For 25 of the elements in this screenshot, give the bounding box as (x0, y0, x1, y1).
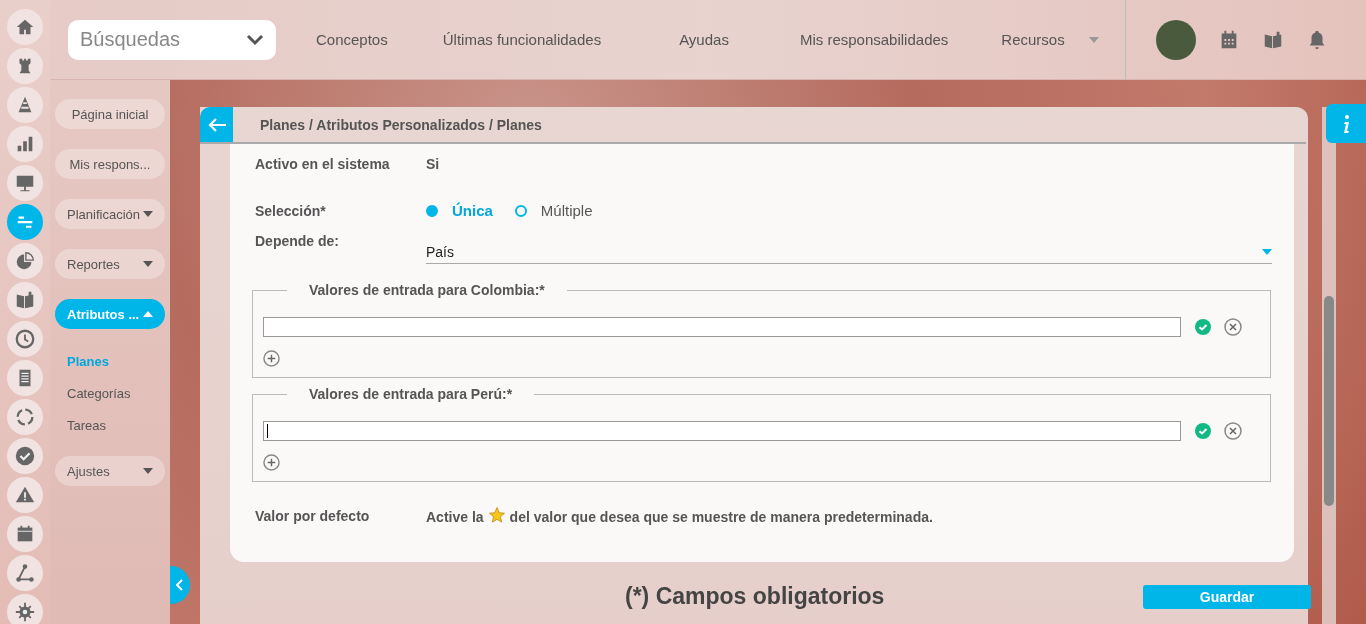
search-dropdown[interactable]: Búsquedas (68, 19, 276, 60)
nav-link[interactable]: Últimas funcionalidades (442, 31, 602, 48)
field-label: Selección* (255, 202, 327, 219)
sidebar-menu[interactable]: Reportes (55, 249, 165, 279)
sidebar-item[interactable]: Página inicial (55, 99, 165, 129)
nav-link[interactable]: Mis responsabilidades (799, 31, 949, 48)
required-fields-note: (*) Campos obligatorios (625, 583, 885, 610)
submenu-item[interactable]: Tareas (67, 418, 165, 433)
field-value: Si (426, 156, 440, 172)
sidebar-menu[interactable]: Ajustes (55, 456, 165, 486)
breadcrumb: Planes / Atributos Personalizados / Planes (260, 116, 542, 133)
default-value-hint: Active la del valor que desea que se muestre de manera predeterminada. (426, 506, 1272, 525)
field-label: Activo en el sistema (255, 156, 391, 172)
field-label: Depende de: (255, 233, 340, 249)
radio-label[interactable]: Múltiple (540, 202, 593, 219)
nav-link[interactable]: Ayudas (679, 31, 729, 48)
dropdown-field[interactable]: País (426, 241, 1272, 264)
sidebar-item[interactable]: Mis respons... (55, 149, 165, 179)
group-title: Valores de entrada para Perú:* (308, 386, 514, 402)
field-label: Valor por defecto (255, 507, 371, 524)
submenu-item[interactable]: Categorías (67, 386, 165, 401)
nav-link[interactable]: Conceptos (316, 31, 388, 48)
group-title: Valores de entrada para Colombia:* (308, 282, 546, 298)
nav-link[interactable]: Recursos (1001, 31, 1099, 48)
sidebar-menu[interactable]: Planificación (55, 199, 165, 229)
